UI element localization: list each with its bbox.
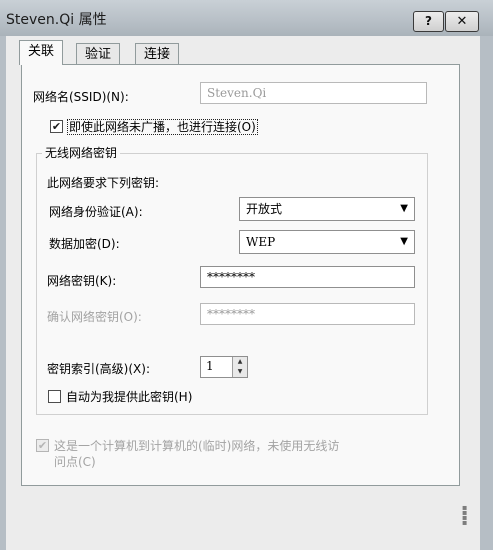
adhoc-label-line1: 这是一个计算机到计算机的(临时)网络，未使用无线访 — [54, 439, 340, 453]
key-index-stepper[interactable]: 1 ▲ ▼ — [200, 356, 248, 378]
broadcast-checkbox[interactable]: ✔ — [50, 120, 63, 133]
check-icon: ✔ — [51, 120, 62, 133]
auth-select-value: 开放式 — [246, 202, 283, 216]
check-icon: ✔ — [37, 439, 48, 452]
confirm-key-label: 确认网络密钥(O): — [47, 310, 142, 324]
spin-down-icon[interactable]: ▼ — [232, 367, 247, 377]
auto-key-checkbox[interactable] — [48, 390, 61, 403]
ssid-label: 网络名(SSID)(N): — [33, 90, 129, 104]
network-key-label: 网络密钥(K): — [47, 274, 117, 288]
key-index-value: 1 — [206, 359, 214, 373]
key-index-label: 密钥索引(高级)(X): — [47, 362, 150, 376]
encryption-label: 数据加密(D): — [49, 237, 120, 251]
broadcast-label: 即使此网络未广播，也进行连接(O) — [67, 118, 258, 135]
auth-label: 网络身份验证(A): — [49, 205, 143, 219]
chevron-down-icon: ▼ — [400, 236, 408, 247]
network-key-field[interactable]: ******** — [200, 266, 415, 288]
encryption-select[interactable]: WEP ▼ — [239, 230, 415, 254]
resize-grip[interactable]: ▪ ▪ ▪ ▪ — [462, 504, 478, 535]
auth-select[interactable]: 开放式 ▼ — [239, 197, 415, 221]
encryption-select-value: WEP — [246, 235, 276, 249]
adhoc-label-line2: 问点(C) — [54, 455, 96, 469]
broadcast-label-text: 即使此网络未广播，也进行连接(O) — [67, 119, 258, 135]
chevron-down-icon: ▼ — [400, 203, 408, 214]
key-required-label: 此网络要求下列密钥: — [47, 176, 160, 190]
adhoc-checkbox[interactable]: ✔ — [36, 439, 49, 452]
ssid-field[interactable]: Steven.Qi — [200, 82, 427, 104]
wireless-key-group-title: 无线网络密钥 — [42, 144, 121, 161]
auto-key-label: 自动为我提供此密钥(H) — [66, 390, 193, 404]
confirm-key-field[interactable]: ******** — [200, 303, 415, 325]
